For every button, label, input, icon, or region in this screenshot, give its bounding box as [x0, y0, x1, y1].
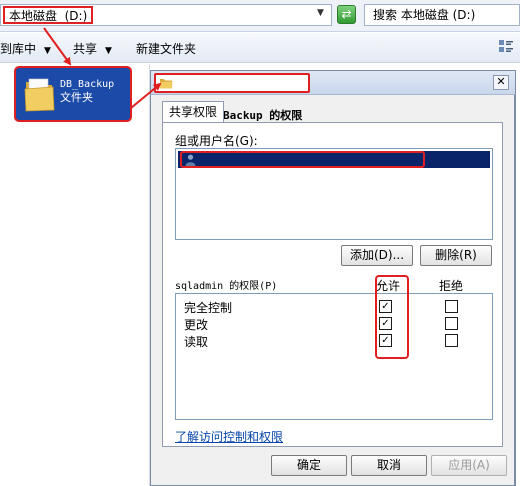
folder-name: DB_Backup: [60, 79, 115, 90]
remove-button[interactable]: 删除(R): [420, 245, 492, 266]
tab-panel: 组或用户名(G): sqladmin (CXMASTERDB\sqladmin)…: [162, 122, 503, 447]
file-list-pane: [0, 64, 150, 486]
permissions-dialog: DB_Backup 的权限 ✕ 共享权限 组或用户名(G): sqladmin …: [150, 70, 516, 486]
permission-name: 完全控制: [184, 301, 233, 315]
folder-item-db-backup[interactable]: DB_Backup 文件夹: [14, 66, 132, 122]
new-folder-button[interactable]: 新建文件夹: [136, 40, 196, 57]
tab-share-permissions[interactable]: 共享权限: [162, 101, 225, 123]
user-name: sqladmin (CXMASTERDB\sqladmin): [238, 181, 419, 192]
explorer-toolbar: 到库中 ▼ 共享 ▼ 新建文件夹: [0, 33, 520, 63]
folder-icon: [24, 78, 55, 112]
user-row[interactable]: sqladmin (CXMASTERDB\sqladmin): [178, 151, 490, 192]
include-library-label: 到库中: [0, 42, 37, 56]
address-field[interactable]: 本地磁盘 (D:) ▼: [0, 4, 332, 26]
apply-button[interactable]: 应用(A): [431, 455, 507, 476]
add-button[interactable]: 添加(D)...: [341, 245, 413, 266]
permissions-label: sqladmin 的权限(P): [175, 277, 277, 292]
user-icon: [185, 154, 196, 166]
address-path[interactable]: 本地磁盘 (D:): [3, 6, 94, 24]
deny-header: 拒绝: [439, 279, 464, 293]
users-label: 组或用户名(G):: [175, 134, 258, 148]
cancel-button[interactable]: 取消: [351, 455, 427, 476]
chevron-down-icon: ▼: [105, 46, 112, 56]
deny-checkbox-full-control[interactable]: [445, 300, 458, 313]
dialog-title: DB_Backup 的权限: [154, 73, 311, 122]
deny-checkbox-read[interactable]: [445, 334, 458, 347]
permission-name: 更改: [184, 318, 209, 332]
ok-button[interactable]: 确定: [271, 455, 347, 476]
folder-icon: [160, 79, 173, 89]
help-link[interactable]: 了解访问控制和权限: [175, 428, 283, 445]
deny-checkbox-change[interactable]: [445, 317, 458, 330]
permission-name: 读取: [184, 335, 209, 349]
user-item[interactable]: sqladmin (CXMASTERDB\sqladmin): [180, 151, 425, 192]
address-dropdown-icon[interactable]: ▼: [317, 8, 324, 18]
dialog-title-bar: DB_Backup 的权限 ✕: [151, 71, 515, 122]
user-list[interactable]: sqladmin (CXMASTERDB\sqladmin): [175, 148, 493, 240]
permissions-table: 完全控制 ✓ 更改 ✓ 读取 ✓: [175, 293, 493, 420]
chevron-down-icon: ▼: [44, 46, 51, 56]
folder-type: 文件夹: [60, 91, 93, 104]
share-label: 共享: [73, 42, 98, 56]
share-button[interactable]: 共享 ▼: [73, 40, 112, 57]
close-button[interactable]: ✕: [493, 75, 509, 90]
permissions-label-text: sqladmin 的权限(P): [175, 281, 278, 292]
address-bar-row: 本地磁盘 (D:) ▼ ⇄ 搜索 本地磁盘 (D:): [0, 0, 520, 32]
allow-column-highlight: [375, 275, 409, 359]
view-options-icon[interactable]: [498, 39, 514, 53]
refresh-icon[interactable]: ⇄: [337, 5, 356, 24]
include-library-button[interactable]: 到库中 ▼: [0, 40, 51, 57]
search-input[interactable]: 搜索 本地磁盘 (D:): [364, 4, 520, 26]
folder-label: DB_Backup 文件夹: [60, 78, 114, 104]
